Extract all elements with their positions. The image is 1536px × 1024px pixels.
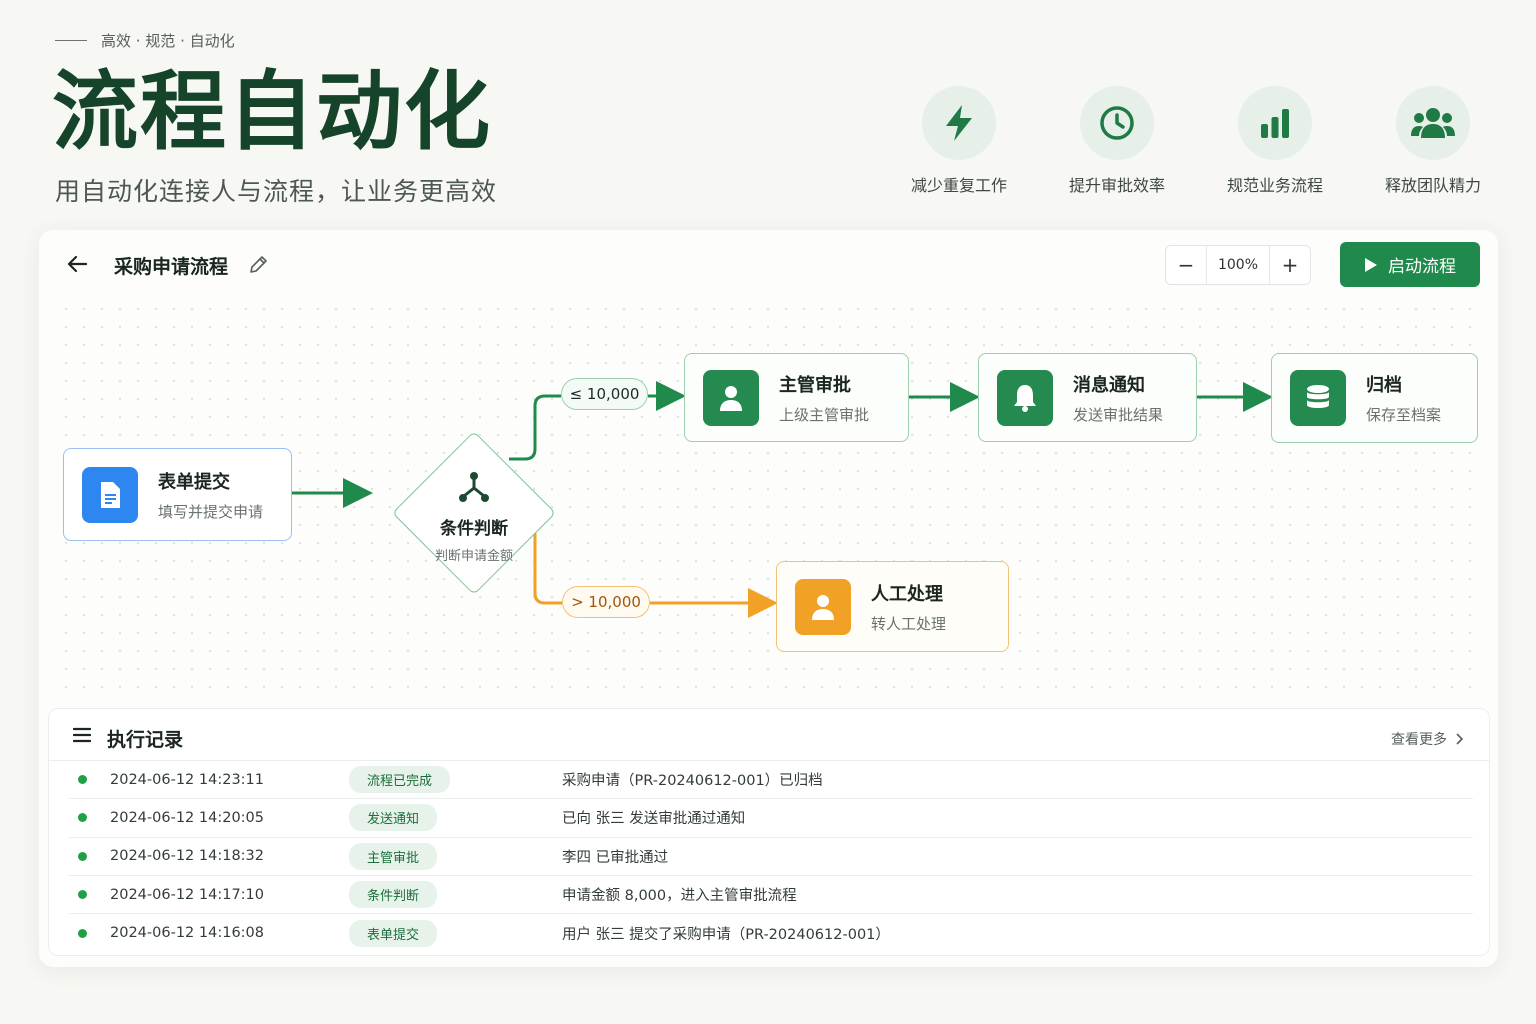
chevron-right-icon	[1456, 733, 1463, 745]
user-icon	[795, 578, 851, 635]
branch-label-high: > 10,000	[562, 586, 650, 618]
node-text: 表单提交 填写并提交申请	[158, 468, 263, 522]
node-text: 人工处理 转人工处理	[871, 580, 946, 634]
record-time: 2024-06-12 14:16:08	[110, 925, 264, 942]
table-row[interactable]: 2024-06-12 14:17:10 条件判断 申请金额 8,000，进入主管…	[69, 876, 1473, 915]
branch-icon	[459, 472, 489, 502]
node-desc: 判断申请金额	[434, 549, 513, 564]
database-icon	[1290, 370, 1346, 426]
page-title: 流程自动化	[52, 62, 492, 162]
feature-item: 释放团队精力	[1354, 86, 1512, 196]
node-title: 人工处理	[871, 583, 943, 605]
view-more-label: 查看更多	[1391, 732, 1447, 748]
status-badge: 主管审批	[349, 842, 438, 870]
view-more-link[interactable]: 查看更多	[1391, 729, 1463, 749]
records-header: 执行记录 查看更多	[49, 709, 1489, 761]
status-badge: 条件判断	[349, 881, 438, 909]
flow-editor-panel: 采购申请流程 − 100% + 启动流程 表单提交 填写并提交申请 条件判断 判…	[39, 230, 1498, 967]
record-description: 用户 张三 提交了采购申请（PR-20240612-001）	[562, 926, 890, 943]
node-desc: 保存至档案	[1366, 406, 1442, 424]
feature-label: 提升审批效率	[1068, 176, 1165, 195]
document-icon	[82, 466, 138, 523]
table-row[interactable]: 2024-06-12 14:16:08 表单提交 用户 张三 提交了采购申请（P…	[69, 914, 1473, 952]
eyebrow-text: 高效 · 规范 · 自动化	[101, 32, 235, 50]
status-dot	[78, 851, 87, 861]
feature-list: 减少重复工作 提升审批效率 规范业务流程 释放团队精力	[880, 86, 1512, 196]
node-archive[interactable]: 归档 保存至档案	[1271, 353, 1478, 443]
status-badge: 发送通知	[349, 804, 438, 832]
record-time: 2024-06-12 14:18:32	[110, 848, 264, 865]
records-title: 执行记录	[107, 729, 184, 751]
node-manager-approval[interactable]: 主管审批 上级主管审批	[684, 353, 909, 442]
node-title: 消息通知	[1073, 374, 1145, 396]
node-title: 表单提交	[158, 471, 230, 493]
node-desc: 发送审批结果	[1073, 405, 1164, 424]
record-time: 2024-06-12 14:17:10	[110, 886, 264, 903]
node-text: 主管审批 上级主管审批	[779, 371, 869, 425]
list-icon	[72, 727, 92, 747]
eyebrow: 高效 · 规范 · 自动化	[55, 30, 235, 51]
status-badge: 流程已完成	[349, 766, 451, 794]
page-subtitle: 用自动化连接人与流程，让业务更高效	[55, 177, 498, 206]
record-time: 2024-06-12 14:20:05	[110, 809, 264, 826]
table-row[interactable]: 2024-06-12 14:18:32 主管审批 李四 已审批通过	[69, 838, 1473, 876]
condition-content: 条件判断 判断申请金额	[391, 430, 557, 596]
bell-icon	[997, 369, 1053, 426]
feature-item: 减少重复工作	[880, 86, 1038, 196]
clock-icon	[1080, 86, 1154, 160]
node-form-submit[interactable]: 表单提交 填写并提交申请	[63, 448, 292, 541]
node-desc: 上级主管审批	[779, 405, 870, 424]
branch-label-low: ≤ 10,000	[561, 378, 648, 410]
node-text: 消息通知 发送审批结果	[1073, 371, 1163, 425]
feature-label: 减少重复工作	[910, 176, 1007, 195]
node-title: 条件判断	[440, 519, 508, 539]
bar-chart-icon	[1238, 86, 1312, 160]
feature-label: 规范业务流程	[1226, 176, 1323, 195]
eyebrow-divider	[55, 40, 87, 41]
feature-item: 提升审批效率	[1038, 86, 1196, 196]
node-text: 归档 保存至档案	[1366, 371, 1441, 425]
table-row[interactable]: 2024-06-12 14:20:05 发送通知 已向 张三 发送审批通过通知	[69, 799, 1473, 838]
status-dot	[78, 928, 87, 938]
status-badge: 表单提交	[349, 919, 438, 947]
feature-item: 规范业务流程	[1196, 86, 1354, 196]
node-desc: 转人工处理	[871, 614, 947, 633]
lightning-icon	[922, 86, 996, 160]
status-dot	[78, 813, 87, 823]
user-icon	[703, 369, 759, 426]
feature-label: 释放团队精力	[1384, 176, 1481, 195]
record-description: 采购申请（PR-20240612-001）已归档	[562, 773, 823, 790]
execution-records: 执行记录 查看更多 2024-06-12 14:23:11 流程已完成 采购申请…	[48, 708, 1490, 956]
node-manual-processing[interactable]: 人工处理 转人工处理	[776, 561, 1009, 652]
node-title: 归档	[1366, 375, 1402, 396]
record-description: 已向 张三 发送审批通过通知	[562, 811, 746, 828]
record-description: 申请金额 8,000，进入主管审批流程	[562, 888, 797, 905]
records-table: 2024-06-12 14:23:11 流程已完成 采购申请（PR-202406…	[69, 761, 1473, 952]
node-notification[interactable]: 消息通知 发送审批结果	[978, 353, 1197, 442]
node-condition[interactable]: 条件判断 判断申请金额	[391, 430, 557, 596]
node-title: 主管审批	[779, 374, 851, 396]
table-row[interactable]: 2024-06-12 14:23:11 流程已完成 采购申请（PR-202406…	[69, 761, 1473, 800]
status-dot	[78, 775, 87, 785]
node-desc: 填写并提交申请	[158, 502, 264, 521]
record-time: 2024-06-12 14:23:11	[110, 771, 264, 788]
record-description: 李四 已审批通过	[562, 849, 669, 866]
team-icon	[1396, 86, 1470, 160]
status-dot	[78, 890, 87, 900]
